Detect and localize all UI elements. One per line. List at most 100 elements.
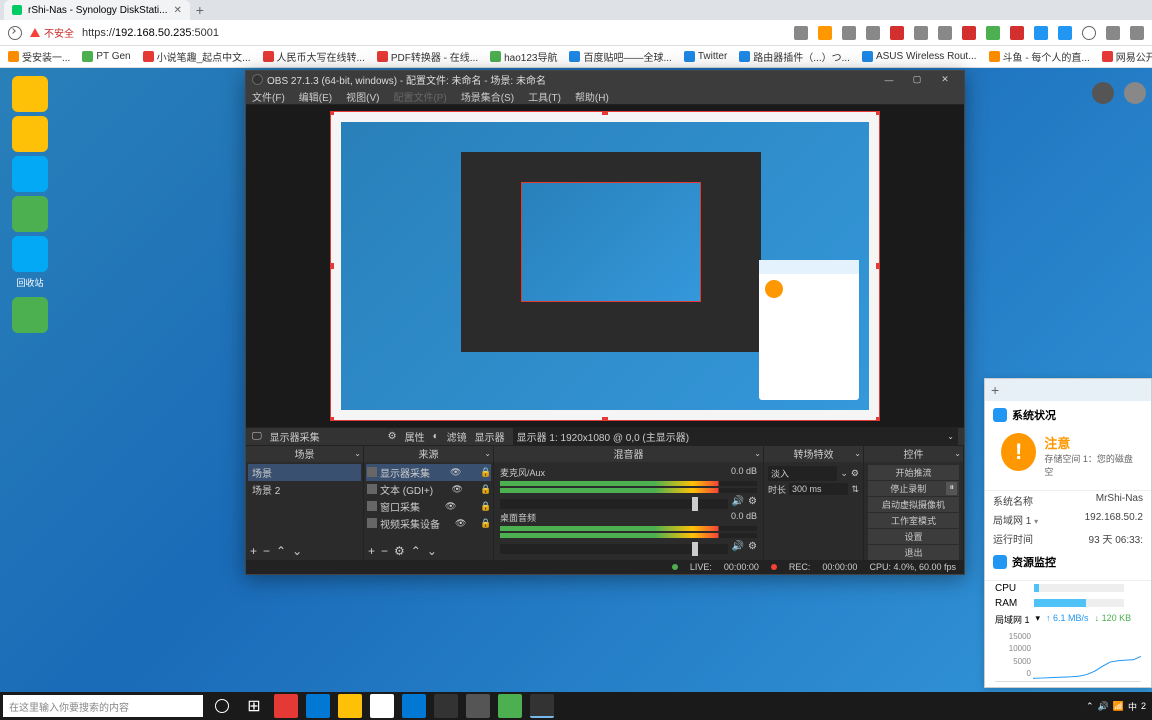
synology-desktop[interactable]: 回收站 OBS 27.1.3 (64-bit, windows) - 配置文件:… xyxy=(0,68,1152,720)
taskbar-app[interactable] xyxy=(370,694,394,718)
remove-scene-button[interactable]: − xyxy=(263,544,270,558)
transition-settings-icon[interactable]: ⚙ xyxy=(851,468,859,479)
gear-icon[interactable]: ⚙ xyxy=(748,541,757,552)
add-scene-button[interactable]: + xyxy=(250,544,257,558)
desktop-icon[interactable] xyxy=(12,156,48,192)
bookmark-item[interactable]: 小说笔趣_起点中文... xyxy=(143,49,251,64)
duration-input[interactable]: 300 ms xyxy=(789,483,848,495)
control-button[interactable]: 开始推流 xyxy=(868,465,959,480)
browser-tab[interactable]: rShi-Nas - Synology DiskStati... ✕ xyxy=(4,0,190,20)
widget-header[interactable]: + xyxy=(985,379,1151,401)
close-button[interactable]: ✕ xyxy=(932,72,958,88)
maximize-button[interactable]: ▢ xyxy=(904,72,930,88)
remove-source-button[interactable]: − xyxy=(381,544,388,558)
visibility-icon[interactable]: 👁 xyxy=(445,501,455,512)
new-tab-button[interactable]: + xyxy=(190,2,210,18)
taskbar-app[interactable] xyxy=(498,694,522,718)
bookmark-item[interactable]: 斗鱼 - 每个人的直... xyxy=(989,49,1090,64)
desktop-icon[interactable] xyxy=(12,196,48,232)
tray-icon[interactable]: 🔊 xyxy=(1098,701,1109,712)
volume-slider[interactable] xyxy=(500,544,728,554)
extension-icon[interactable] xyxy=(1034,26,1048,40)
user-avatar-icon[interactable] xyxy=(1124,82,1146,104)
bookmark-item[interactable]: 百度贴吧——全球... xyxy=(569,49,671,64)
transition-select[interactable]: 淡入 xyxy=(768,466,837,481)
menu-item[interactable]: 工具(T) xyxy=(528,89,561,104)
lock-icon[interactable]: 🔒 xyxy=(480,518,490,529)
tab-close-icon[interactable]: ✕ xyxy=(174,5,182,16)
tray-lang-icon[interactable]: 中 xyxy=(1128,700,1137,713)
desktop-icon[interactable] xyxy=(12,236,48,272)
bookmark-item[interactable]: ASUS Wireless Rout... xyxy=(862,51,977,62)
extension-icon[interactable] xyxy=(962,26,976,40)
gear-icon[interactable]: ⚙ xyxy=(748,496,757,507)
source-item[interactable]: 窗口采集👁🔒 xyxy=(366,498,491,515)
control-button[interactable]: 退出 xyxy=(868,545,959,560)
speaker-icon[interactable]: 🔊 xyxy=(732,496,744,507)
tray-network-icon[interactable]: 📶 xyxy=(1113,701,1124,712)
menu-item[interactable]: 帮助(H) xyxy=(575,89,609,104)
preview-canvas[interactable] xyxy=(330,111,880,421)
move-up-button[interactable]: ⌃ xyxy=(411,544,421,558)
url-display[interactable]: https://192.168.50.235:5001 xyxy=(82,27,219,39)
taskbar-app-mail[interactable] xyxy=(402,694,426,718)
visibility-icon[interactable]: 👁 xyxy=(455,518,465,529)
lock-icon[interactable]: 🔒 xyxy=(480,501,490,512)
taskbar-app[interactable] xyxy=(274,694,298,718)
properties-button[interactable]: 属性 xyxy=(405,429,425,444)
menu-item[interactable]: 配置文件(P) xyxy=(393,89,446,104)
control-button[interactable]: 停止录制⏸ xyxy=(868,481,959,496)
extension-icon[interactable] xyxy=(938,26,952,40)
bookmark-item[interactable]: PT Gen xyxy=(82,51,130,62)
start-button[interactable] xyxy=(210,694,234,718)
scene-item[interactable]: 场景 xyxy=(248,464,361,481)
extension-icon[interactable] xyxy=(842,26,856,40)
widget-add-icon[interactable]: + xyxy=(991,382,999,398)
tray-clock[interactable]: 2 xyxy=(1141,701,1146,711)
source-item[interactable]: 视频采集设备👁🔒 xyxy=(366,515,491,532)
stepper-icon[interactable]: ⇅ xyxy=(851,484,859,495)
move-up-button[interactable]: ⌃ xyxy=(276,544,286,558)
pause-icon[interactable]: ⏸ xyxy=(946,482,957,495)
move-down-button[interactable]: ⌄ xyxy=(427,544,437,558)
taskbar-app[interactable] xyxy=(434,694,458,718)
speaker-icon[interactable]: 🔊 xyxy=(732,541,744,552)
obs-preview[interactable] xyxy=(246,105,964,427)
scene-item[interactable]: 场景 2 xyxy=(248,481,361,498)
bookmark-item[interactable]: 路由器插件（...）つ... xyxy=(739,49,850,64)
bookmark-item[interactable]: 网易公开课 xyxy=(1102,49,1152,64)
menu-item[interactable]: 文件(F) xyxy=(252,89,285,104)
filters-button[interactable]: 滤镜 xyxy=(447,429,467,444)
taskbar-app-explorer[interactable] xyxy=(338,694,362,718)
source-item[interactable]: 显示器采集👁🔒 xyxy=(366,464,491,481)
extension-icon[interactable] xyxy=(914,26,928,40)
display-select[interactable]: 显示器 1: 1920x1080 @ 0,0 (主显示器) ⌄ xyxy=(513,428,958,445)
menu-item[interactable]: 编辑(E) xyxy=(299,89,332,104)
source-props-button[interactable]: ⚙ xyxy=(394,544,405,558)
control-button[interactable]: 启动虚拟摄像机 xyxy=(868,497,959,512)
visibility-icon[interactable]: 👁 xyxy=(452,484,462,495)
control-button[interactable]: 设置 xyxy=(868,529,959,544)
menu-icon[interactable] xyxy=(1130,26,1144,40)
bookmark-item[interactable]: PDF转换器 - 在线... xyxy=(377,49,478,64)
taskbar-app-obs[interactable] xyxy=(530,694,554,718)
tray-chevron-icon[interactable]: ⌃ xyxy=(1086,701,1094,712)
extension-icon[interactable] xyxy=(890,26,904,40)
extension-icon[interactable] xyxy=(794,26,808,40)
task-view-icon[interactable]: ⊞ xyxy=(242,694,266,718)
taskbar-search[interactable]: 在这里输入你要搜索的内容 xyxy=(3,695,203,717)
menu-item[interactable]: 视图(V) xyxy=(346,89,379,104)
obs-titlebar[interactable]: OBS 27.1.3 (64-bit, windows) - 配置文件: 未命名… xyxy=(246,71,964,89)
desktop-icon[interactable] xyxy=(12,297,48,333)
extension-icon[interactable] xyxy=(1010,26,1024,40)
bookmark-item[interactable]: hao123导航 xyxy=(490,49,557,64)
extension-icon[interactable] xyxy=(986,26,1000,40)
taskbar-app-edge[interactable] xyxy=(306,694,330,718)
control-button[interactable]: 工作室模式 xyxy=(868,513,959,528)
bookmark-item[interactable]: 受安装一... xyxy=(8,49,70,64)
volume-slider[interactable] xyxy=(500,499,728,509)
system-tray[interactable]: ⌃ 🔊 📶 中 2 xyxy=(1086,700,1152,713)
extension-icon[interactable] xyxy=(866,26,880,40)
chat-icon[interactable] xyxy=(1092,82,1114,104)
minimize-button[interactable]: — xyxy=(876,72,902,88)
